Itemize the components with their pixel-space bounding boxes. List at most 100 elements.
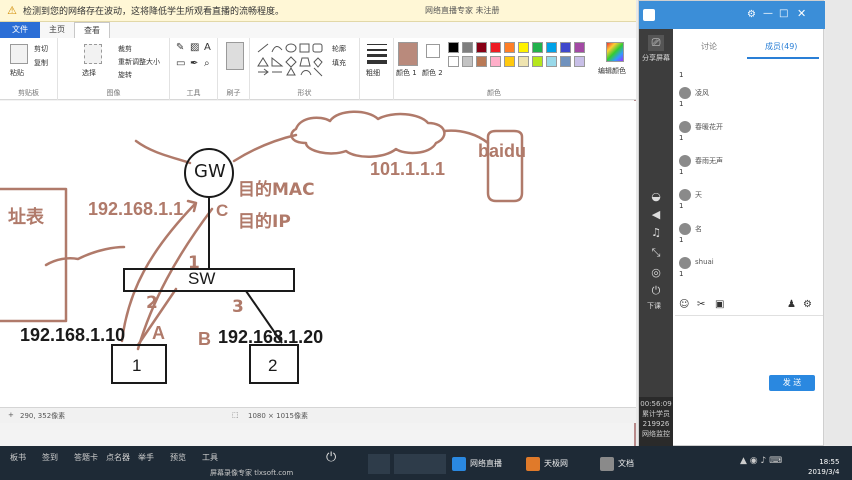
color-swatch[interactable]: [462, 42, 473, 53]
emoji-icon[interactable]: ☺: [679, 299, 689, 310]
tray-icons[interactable]: ▲ ◉ ♪ ⌨: [740, 456, 782, 466]
color-swatch[interactable]: [490, 56, 501, 67]
chat-settings-icon[interactable]: ⚙: [803, 299, 812, 310]
pencil-icon[interactable]: ✎: [176, 42, 184, 53]
edit-colors-icon[interactable]: [606, 42, 624, 62]
colors-group-label: 颜色: [487, 89, 501, 97]
select-button[interactable]: 选择: [82, 68, 96, 78]
tab-home[interactable]: 主页: [40, 22, 74, 38]
list-item[interactable]: shuai 1: [679, 257, 819, 278]
paste-icon[interactable]: [10, 44, 28, 64]
speaker-icon[interactable]: ◀: [648, 207, 664, 223]
color-swatch[interactable]: [532, 56, 543, 67]
select-icon[interactable]: [84, 44, 102, 64]
host-a-letter: A: [152, 323, 165, 343]
clock-label-1: 累计学员: [642, 410, 670, 418]
power-icon[interactable]: ⏻: [326, 450, 336, 465]
color-swatch[interactable]: [504, 42, 515, 53]
toolbar-item[interactable]: 签到: [42, 452, 58, 463]
eraser-icon[interactable]: ▭: [176, 58, 185, 69]
color-swatch[interactable]: [490, 42, 501, 53]
camera-icon[interactable]: ◎: [648, 265, 664, 281]
magnifier-icon[interactable]: ⌕: [204, 58, 210, 69]
taskbar-item-live[interactable]: 网络直播: [452, 454, 502, 474]
color2-label: 颜色 2: [422, 69, 443, 77]
list-item[interactable]: 春雨无声 1: [679, 155, 819, 176]
color-swatch[interactable]: [476, 56, 487, 67]
message-input[interactable]: [675, 315, 823, 371]
color-swatch[interactable]: [476, 42, 487, 53]
color-swatch[interactable]: [504, 56, 515, 67]
status-bar: + 290, 352像素 ⬚ 1080 × 1015像素: [0, 407, 636, 423]
size-button[interactable]: 粗细: [366, 68, 380, 78]
crop-button[interactable]: 裁剪: [118, 44, 132, 54]
headset-icon[interactable]: ◒: [648, 189, 664, 205]
scissors-icon[interactable]: ✂: [697, 299, 705, 310]
list-item[interactable]: 凌风 1: [679, 87, 819, 108]
tools-group: ✎ ▨ A ▭ ✒ ⌕ 工具: [170, 38, 218, 100]
gateway-ip-suffix: C: [216, 201, 229, 220]
cmd-taskbar-icon[interactable]: [368, 454, 390, 474]
taskbar-item-web[interactable]: 天极网: [526, 454, 568, 474]
color-swatch[interactable]: [518, 56, 529, 67]
color1-selector[interactable]: [398, 42, 418, 66]
taskbar-item-doc[interactable]: 文档: [600, 454, 634, 474]
list-item[interactable]: 春暖花开 1: [679, 121, 819, 142]
rotate-button[interactable]: 旋转: [118, 70, 132, 80]
drawing-canvas[interactable]: GW 101.1.1.1 baidu 目的MAC 目的IP 192.168.1.…: [0, 101, 636, 407]
color-swatch[interactable]: [448, 42, 459, 53]
image-icon[interactable]: ▣: [715, 299, 724, 310]
system-clock[interactable]: 18:55 2019/3/4: [808, 457, 839, 477]
color-swatch[interactable]: [448, 56, 459, 67]
fullscreen-icon[interactable]: ⤡: [648, 245, 664, 261]
share-screen-icon[interactable]: ⎚: [648, 35, 664, 51]
toolbar-item[interactable]: 工具: [202, 452, 218, 463]
toolbar-item[interactable]: 板书: [10, 452, 26, 463]
toolbar-item[interactable]: 预览: [170, 452, 186, 463]
line-size-icon[interactable]: [367, 42, 387, 64]
color-swatch[interactable]: [462, 56, 473, 67]
cut-button[interactable]: 剪切: [34, 44, 48, 54]
color-swatch[interactable]: [574, 56, 585, 67]
settings-icon[interactable]: ⚙: [747, 9, 756, 20]
color-swatch[interactable]: [546, 56, 557, 67]
tab-view[interactable]: 查看: [74, 22, 110, 38]
toolbar-item[interactable]: 答题卡: [74, 452, 98, 463]
maximize-icon[interactable]: □: [779, 8, 788, 19]
edit-colors-button[interactable]: 编辑颜色: [598, 66, 626, 76]
music-icon[interactable]: ♫: [648, 225, 664, 241]
brush-icon[interactable]: [226, 42, 244, 70]
list-item[interactable]: 名1: [679, 223, 819, 244]
paste-button[interactable]: 粘贴: [10, 68, 24, 78]
send-button[interactable]: 发 送: [769, 375, 815, 391]
color-swatch[interactable]: [560, 42, 571, 53]
fill-button[interactable]: 填充: [332, 58, 346, 68]
user-icon[interactable]: ♟: [787, 299, 796, 310]
minimize-icon[interactable]: —: [763, 8, 773, 19]
copy-button[interactable]: 复制: [34, 58, 48, 68]
close-icon[interactable]: ✕: [797, 7, 806, 20]
tab-members[interactable]: 成员(49): [765, 41, 797, 52]
explorer-taskbar-icon[interactable]: [394, 454, 446, 474]
resize-button[interactable]: 重新调整大小: [118, 57, 160, 67]
host-a-ip-label: 192.168.1.10: [20, 325, 126, 345]
list-item[interactable]: 天1: [679, 189, 819, 210]
fill-icon[interactable]: ▨: [190, 42, 199, 53]
color-picker-icon[interactable]: ✒: [190, 58, 198, 69]
color-swatch[interactable]: [574, 42, 585, 53]
color-swatch[interactable]: [560, 56, 571, 67]
exit-class-icon[interactable]: ⏻: [648, 283, 664, 299]
shapes-gallery-icon[interactable]: [256, 42, 328, 78]
color2-selector[interactable]: [426, 44, 440, 58]
member-name: 春雨无声: [695, 157, 723, 165]
text-icon[interactable]: A: [204, 42, 211, 53]
color-swatch[interactable]: [518, 42, 529, 53]
tab-file[interactable]: 文件: [0, 22, 40, 38]
internet-cloud: [290, 110, 446, 158]
color-swatch[interactable]: [546, 42, 557, 53]
toolbar-item[interactable]: 点名器: [106, 452, 130, 463]
tab-discussion[interactable]: 讨论: [701, 41, 717, 52]
color-swatch[interactable]: [532, 42, 543, 53]
toolbar-item[interactable]: 举手: [138, 452, 154, 463]
outline-button[interactable]: 轮廓: [332, 44, 346, 54]
